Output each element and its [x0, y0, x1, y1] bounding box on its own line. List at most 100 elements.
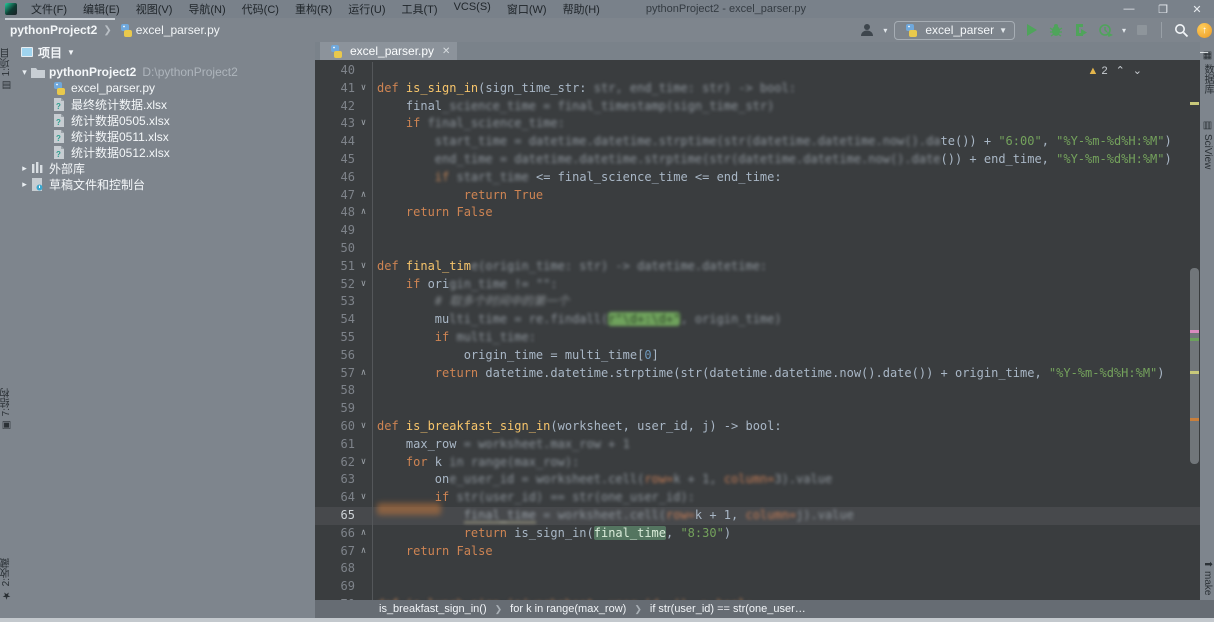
tree-item[interactable]: ?统计数据0512.xlsx: [13, 144, 315, 160]
line-number[interactable]: 47: [315, 187, 355, 205]
breadcrumb-file[interactable]: excel_parser.py: [136, 23, 220, 37]
fold-marker-icon[interactable]: ∨: [355, 80, 373, 98]
line-number[interactable]: 54: [315, 311, 355, 329]
menu-item[interactable]: 文件(F): [23, 0, 75, 19]
code-line[interactable]: 60∨def is_breakfast_sign_in(worksheet, u…: [315, 418, 1200, 436]
tool-button-structure[interactable]: ▣ 7:结构: [0, 388, 13, 430]
code-line[interactable]: 56origin_time = multi_time[0]: [315, 347, 1200, 365]
code-line[interactable]: 46if start_time <= final_science_time <=…: [315, 169, 1200, 187]
line-number[interactable]: 43: [315, 115, 355, 133]
code-line[interactable]: 47∧return True: [315, 187, 1200, 205]
menu-item[interactable]: VCS(S): [446, 0, 499, 19]
menu-item[interactable]: 重构(R): [287, 0, 340, 19]
menu-item[interactable]: 运行(U): [340, 0, 393, 19]
restore-button[interactable]: ❐: [1146, 0, 1180, 18]
user-icon[interactable]: [858, 21, 876, 39]
code-line[interactable]: 50: [315, 240, 1200, 258]
fold-marker-icon[interactable]: ∨: [355, 489, 373, 507]
code-line[interactable]: 53# 取多个时间中的第一个: [315, 293, 1200, 311]
line-number[interactable]: 44: [315, 133, 355, 151]
code-line[interactable]: 45end_time = datetime.datetime.strptime(…: [315, 151, 1200, 169]
hide-panel-icon[interactable]: ─: [1199, 45, 1208, 59]
code-line[interactable]: 62∨for k in range(max_row):: [315, 454, 1200, 472]
line-number[interactable]: 60: [315, 418, 355, 436]
tree-chevron-icon[interactable]: ▸: [19, 179, 30, 190]
close-button[interactable]: ✕: [1180, 0, 1214, 18]
line-number[interactable]: 55: [315, 329, 355, 347]
fold-marker-icon[interactable]: ∨: [355, 276, 373, 294]
code-line[interactable]: 57∧return datetime.datetime.strptime(str…: [315, 365, 1200, 383]
warning-marker[interactable]: [1190, 371, 1199, 374]
coverage-button[interactable]: [1072, 21, 1090, 39]
search-marker[interactable]: [1190, 338, 1199, 341]
warning-marker[interactable]: [1190, 102, 1199, 105]
inspections-widget[interactable]: ▲ 2 ⌃ ⌄: [1087, 64, 1142, 77]
tree-item[interactable]: ?统计数据0511.xlsx: [13, 128, 315, 144]
tree-item[interactable]: excel_parser.py: [13, 80, 315, 96]
code-line[interactable]: 66∧return is_sign_in(final_time, "8:30"): [315, 525, 1200, 543]
menu-item[interactable]: 代码(C): [234, 0, 287, 19]
code-line[interactable]: 61max_row = worksheet.max_row + 1: [315, 436, 1200, 454]
code-line[interactable]: 48∧return False: [315, 204, 1200, 222]
code-line[interactable]: 54multi_time = re.findall(r"\d+:\d+", or…: [315, 311, 1200, 329]
code-line[interactable]: 55if multi_time:: [315, 329, 1200, 347]
fold-marker-icon[interactable]: ∧: [355, 525, 373, 543]
prev-problem-icon[interactable]: ⌃: [1116, 64, 1125, 77]
line-number[interactable]: 61: [315, 436, 355, 454]
project-panel-title[interactable]: 项目 ▼: [21, 44, 75, 61]
line-number[interactable]: 46: [315, 169, 355, 187]
fold-marker-icon[interactable]: ∧: [355, 204, 373, 222]
change-marker[interactable]: [1190, 330, 1199, 333]
line-number[interactable]: 42: [315, 98, 355, 116]
tree-item[interactable]: ▸外部库: [13, 160, 315, 176]
editor-scrollbar[interactable]: [1190, 60, 1199, 600]
code-line[interactable]: 52∨if origin_time != "":: [315, 276, 1200, 294]
line-number[interactable]: 56: [315, 347, 355, 365]
code-breadcrumb[interactable]: if str(user_id) == str(one_user…: [650, 603, 806, 615]
line-number[interactable]: 53: [315, 293, 355, 311]
menu-item[interactable]: 编辑(E): [75, 0, 128, 19]
breadcrumb-project[interactable]: pythonProject2: [10, 23, 97, 37]
run-configuration-select[interactable]: excel_parser ▼: [894, 21, 1015, 40]
line-number[interactable]: 59: [315, 400, 355, 418]
tool-button-sciview[interactable]: ▥ SciView: [1201, 120, 1214, 169]
line-number[interactable]: 67: [315, 543, 355, 561]
menu-item[interactable]: 帮助(H): [555, 0, 608, 19]
code-editor[interactable]: 4041∨def is_sign_in(sign_time_str: str, …: [315, 60, 1200, 600]
menu-item[interactable]: 工具(T): [394, 0, 446, 19]
next-problem-icon[interactable]: ⌄: [1133, 64, 1142, 77]
scrollbar-thumb[interactable]: [1190, 268, 1199, 464]
line-number[interactable]: 40: [315, 62, 355, 80]
code-line[interactable]: 41∨def is_sign_in(sign_time_str: str, en…: [315, 80, 1200, 98]
line-number[interactable]: 57: [315, 365, 355, 383]
close-tab-icon[interactable]: ✕: [442, 46, 450, 57]
code-line[interactable]: 40: [315, 62, 1200, 80]
line-number[interactable]: 69: [315, 578, 355, 596]
fold-marker-icon[interactable]: ∨: [355, 115, 373, 133]
line-number[interactable]: 62: [315, 454, 355, 472]
search-everywhere-icon[interactable]: [1172, 21, 1190, 39]
line-number[interactable]: 63: [315, 471, 355, 489]
code-line[interactable]: 49: [315, 222, 1200, 240]
code-line[interactable]: 51∨def final_time(origin_time: str) -> d…: [315, 258, 1200, 276]
line-number[interactable]: 51: [315, 258, 355, 276]
debug-button[interactable]: [1047, 21, 1065, 39]
code-line[interactable]: 68: [315, 560, 1200, 578]
code-line[interactable]: 67∧return False: [315, 543, 1200, 561]
fold-marker-icon[interactable]: ∨: [355, 258, 373, 276]
menu-item[interactable]: 窗口(W): [499, 0, 555, 19]
line-number[interactable]: 58: [315, 382, 355, 400]
code-line[interactable]: 44start_time = datetime.datetime.strptim…: [315, 133, 1200, 151]
code-line-current[interactable]: 65final_time = worksheet.cell(row=k + 1,…: [315, 507, 1200, 525]
profiler-button[interactable]: [1097, 21, 1115, 39]
tree-item[interactable]: ▸草稿文件和控制台: [13, 176, 315, 192]
usage-marker[interactable]: [1190, 418, 1199, 421]
tree-chevron-icon[interactable]: ▾: [19, 67, 30, 78]
line-number[interactable]: 41: [315, 80, 355, 98]
code-line[interactable]: 69: [315, 578, 1200, 596]
code-line[interactable]: 58: [315, 382, 1200, 400]
menu-item[interactable]: 视图(V): [128, 0, 181, 19]
line-number[interactable]: 64: [315, 489, 355, 507]
run-button[interactable]: [1022, 21, 1040, 39]
line-number[interactable]: 50: [315, 240, 355, 258]
